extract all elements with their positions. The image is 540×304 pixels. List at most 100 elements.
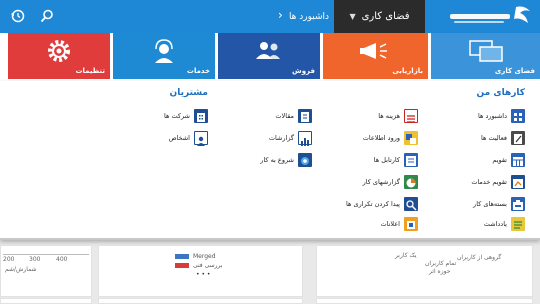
legend-item: Merged [175,253,216,260]
report-icon [298,131,312,146]
history-icon[interactable] [9,7,27,25]
search-icon[interactable] [38,7,56,25]
legend-label: بررسی فنی [193,262,223,269]
work-report-icon [404,175,418,189]
legend-label: Merged [193,253,216,260]
module-tiles: فضای کاری بازاریابی فروش خدمات تنظیمات [0,33,540,81]
legend-item: بررسی فنی [175,262,223,269]
menu-item-label: اعلانات [380,220,400,228]
dashboard-card-legend: Merged بررسی فنی • • • [98,245,303,297]
menu-item-articles[interactable]: مقالات [275,108,312,124]
tile-label: خدمات [186,67,210,75]
menu-item-start-work[interactable]: شروع به کار [260,152,312,168]
tile-label: بازاریابی [392,67,423,75]
menu-item-service-calendar[interactable]: تقویم خدمات [471,174,525,190]
axis-tick: 400 [56,256,68,263]
dashboards-tab-label: داشبورد ها [288,11,330,22]
notification-icon [404,217,418,231]
dashboard-card-scope: یک کاربر تمام کاربران حوزه اثر گروهی از … [316,245,533,297]
menu-item-label: داشبورد ها [478,112,507,120]
company-icon [194,109,208,123]
menu-item-contacts[interactable]: اشخاص [169,130,208,146]
menu-item-expenses[interactable]: هزینه ها [378,108,418,124]
scope-line: حوزه اثر [429,268,451,275]
users-icon [256,42,280,59]
menu-item-label: ورود اطلاعات [362,134,400,142]
menu-item-label: تقویم [492,156,507,164]
data-entry-icon [404,131,418,145]
tile-label: فضای کاری [494,67,535,75]
menu-item-activities[interactable]: فعالیت ها [481,130,525,146]
scope-line: تمام کاربران [425,260,457,267]
tile-marketing[interactable]: بازاریابی [323,33,428,79]
dashboards-tab[interactable]: داشبورد ها [284,0,334,33]
cartable-icon [404,153,418,167]
tile-label: تنظیمات [75,67,105,75]
axis-caption: شمارش/شم [5,266,37,273]
menu-item-label: گزارشهای کار [362,178,400,186]
menu-item-label: اشخاص [168,134,190,142]
axis-tick: 200 [3,256,15,263]
menu-item-reports[interactable]: گزارشات [269,130,312,146]
activity-icon [511,131,525,145]
menu-item-label: کارتابل ها [373,156,400,164]
axis-line [3,254,89,255]
scope-line: گروهی از کاربران [457,254,502,261]
menu-item-label: یادداشت [483,220,507,228]
menu-item-work-packages[interactable]: بسته‌های کار [473,196,525,212]
monitor-icon [468,40,503,62]
menu-item-data-entry[interactable]: ورود اطلاعات [363,130,418,146]
menu-item-label: بسته‌های کار [473,200,507,208]
menu-item-label: گزارشات [268,134,294,142]
menu-item-note[interactable]: یادداشت [484,216,525,232]
menu-item-calendar[interactable]: تقویم [492,152,525,168]
work-package-icon [511,197,525,211]
tile-settings[interactable]: تنظیمات [8,33,110,79]
contacts-icon [194,131,208,146]
note-icon [511,217,525,231]
my-work-section-title: کارهای من [476,88,525,98]
service-calendar-icon [511,175,525,189]
dashboard-card-lower [98,298,303,304]
chevron-down-icon: ▼ [349,12,356,21]
gear-icon [48,40,70,62]
legend-swatch [175,263,189,268]
dashboard-card-chart: 400 300 200 شمارش/شم [0,245,92,297]
menu-item-label: شرکت ها [164,112,190,120]
tile-services[interactable]: خدمات [113,33,215,79]
chevron-right-icon[interactable]: › [278,8,283,22]
tile-sales[interactable]: فروش [218,33,320,79]
megaphone-icon [359,43,387,59]
menu-item-dashboards[interactable]: داشبورد ها [478,108,525,124]
company-logo[interactable] [444,3,534,29]
workspace-tab[interactable]: فضای کاری ▼ [334,0,425,33]
menu-item-label: تقویم خدمات [471,178,507,186]
tile-workspace[interactable]: فضای کاری [431,33,540,79]
dashboard-icon [511,109,525,123]
legend-swatch [175,254,189,259]
dashboard-card-lower [0,298,92,304]
customers-section-title: مشتریان [169,88,208,98]
menu-item-cartables[interactable]: کارتابل ها [374,152,418,168]
find-duplicates-icon [404,197,418,211]
headset-icon [155,39,173,63]
article-icon [298,109,312,123]
menu-item-companies[interactable]: شرکت ها [164,108,208,124]
menu-item-notifications[interactable]: اعلانات [381,216,418,232]
menu-item-label: پیدا کردن تکراری ها [346,200,400,208]
start-work-icon [298,153,312,167]
menu-item-label: شروع به کار [260,156,294,164]
scope-line: یک کاربر [395,252,417,259]
workspace-menu-panel: کارهای من مشتریان داشبورد ها فعالیت ها ت… [0,81,540,240]
menu-item-label: هزینه ها [378,112,400,120]
tile-label: فروش [292,67,315,75]
axis-tick: 300 [29,256,41,263]
top-navigation-bar: فضای کاری ▼ داشبورد ها › [0,0,540,33]
more-dots[interactable]: • • • [196,271,210,278]
menu-item-find-duplicates[interactable]: پیدا کردن تکراری ها [346,196,418,212]
workspace-tab-label: فضای کاری [361,11,410,22]
menu-item-label: فعالیت ها [480,134,507,142]
menu-item-work-reports[interactable]: گزارشهای کار [363,174,418,190]
expense-icon [404,109,418,123]
dashboard-card-lower [316,298,533,304]
